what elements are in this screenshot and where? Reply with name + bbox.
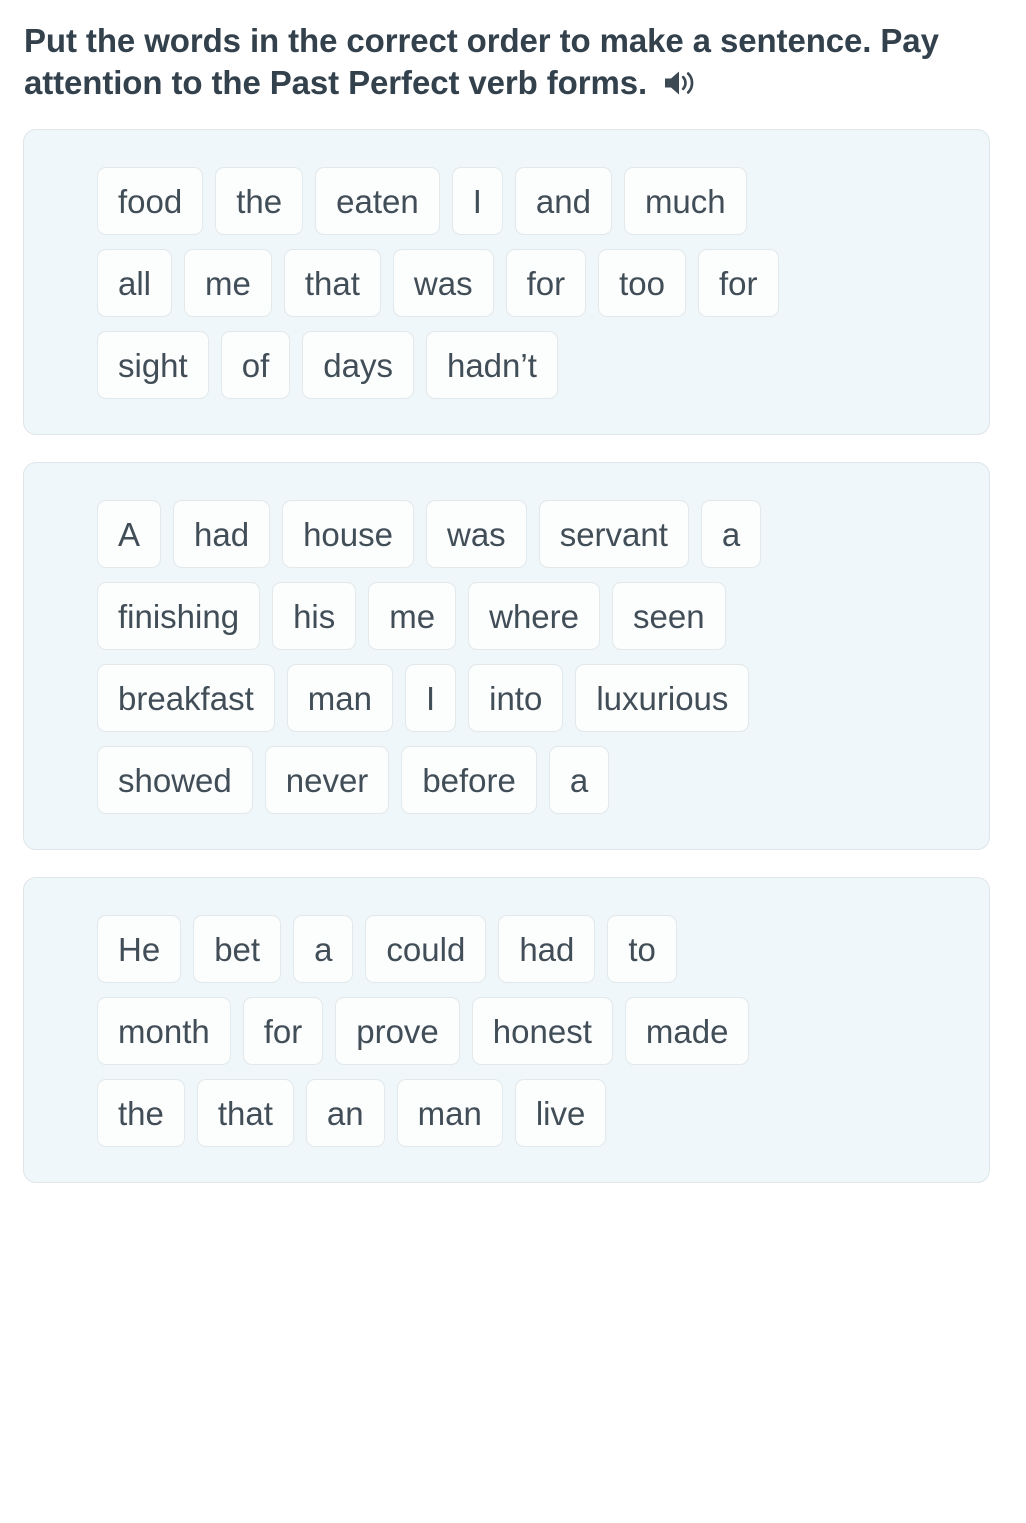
word-chip[interactable]: for: [698, 249, 779, 318]
word-chip[interactable]: the: [97, 1079, 185, 1148]
word-row: all me that was for too for: [97, 249, 779, 318]
word-chip[interactable]: food: [97, 167, 204, 236]
word-chip[interactable]: I: [451, 167, 503, 236]
word-chip[interactable]: where: [468, 582, 600, 651]
word-chip[interactable]: seen: [612, 582, 726, 651]
word-chip[interactable]: man: [286, 664, 393, 733]
word-chip[interactable]: a: [700, 500, 762, 569]
word-row: showed never before a: [97, 746, 610, 815]
word-chip[interactable]: before: [401, 746, 537, 815]
word-chip[interactable]: man: [396, 1079, 503, 1148]
word-chip[interactable]: finishing: [97, 582, 261, 651]
word-chip[interactable]: I: [404, 664, 457, 733]
word-chip[interactable]: live: [514, 1079, 607, 1148]
word-row: breakfast man I into luxurious: [97, 664, 750, 733]
word-row: the that an man live: [97, 1079, 607, 1148]
word-chip[interactable]: month: [97, 997, 231, 1066]
word-chip[interactable]: breakfast: [97, 664, 275, 733]
word-chip[interactable]: was: [392, 249, 494, 318]
word-row: food the eaten I and much: [97, 167, 747, 236]
word-chip[interactable]: and: [514, 167, 612, 236]
word-chip[interactable]: a: [293, 915, 354, 984]
word-chip[interactable]: could: [365, 915, 487, 984]
word-chip[interactable]: never: [264, 746, 390, 815]
word-chip[interactable]: an: [305, 1079, 385, 1148]
speaker-icon[interactable]: [661, 68, 697, 98]
word-row: finishing his me where seen: [97, 582, 726, 651]
word-chip[interactable]: showed: [97, 746, 253, 815]
exercise-card: He bet a could had to month for prove ho…: [23, 877, 990, 1184]
word-chip[interactable]: the: [215, 167, 304, 236]
word-chip[interactable]: that: [196, 1079, 294, 1148]
word-row: sight of days hadn’t: [97, 331, 558, 400]
exercise-page: Put the words in the correct order to ma…: [0, 0, 1026, 1523]
word-bank: A had house was servant a finishing his …: [97, 500, 965, 815]
word-chip[interactable]: honest: [471, 997, 613, 1066]
exercise-card: A had house was servant a finishing his …: [23, 462, 990, 851]
word-chip[interactable]: house: [282, 500, 414, 569]
word-chip[interactable]: servant: [538, 500, 689, 569]
word-chip[interactable]: too: [598, 249, 686, 318]
word-row: month for prove honest made: [97, 997, 750, 1066]
word-chip[interactable]: into: [468, 664, 564, 733]
word-chip[interactable]: all: [97, 249, 173, 318]
word-chip[interactable]: had: [173, 500, 271, 569]
word-chip[interactable]: bet: [193, 915, 282, 984]
word-chip[interactable]: days: [302, 331, 414, 400]
prompt-text: Put the words in the correct order to ma…: [24, 22, 939, 102]
exercise-list: food the eaten I and much all me that wa…: [0, 129, 1026, 1184]
prompt-container: Put the words in the correct order to ma…: [0, 0, 1026, 104]
word-chip[interactable]: made: [624, 997, 750, 1066]
word-bank: food the eaten I and much all me that wa…: [97, 167, 965, 400]
word-chip[interactable]: a: [548, 746, 610, 815]
word-row: He bet a could had to: [97, 915, 677, 984]
word-chip[interactable]: much: [623, 167, 747, 236]
word-row: A had house was servant a: [97, 500, 762, 569]
word-chip[interactable]: sight: [97, 331, 209, 400]
word-chip[interactable]: eaten: [315, 167, 440, 236]
word-chip[interactable]: had: [498, 915, 596, 984]
word-chip[interactable]: hadn’t: [425, 331, 558, 400]
word-chip[interactable]: that: [283, 249, 381, 318]
word-chip[interactable]: me: [368, 582, 457, 651]
word-chip[interactable]: was: [426, 500, 527, 569]
word-chip[interactable]: me: [184, 249, 272, 318]
word-chip[interactable]: A: [97, 500, 162, 569]
word-chip[interactable]: to: [607, 915, 677, 984]
word-chip[interactable]: his: [272, 582, 357, 651]
word-chip[interactable]: of: [220, 331, 291, 400]
word-chip[interactable]: prove: [335, 997, 460, 1066]
word-chip[interactable]: luxurious: [575, 664, 750, 733]
word-chip[interactable]: for: [242, 997, 324, 1066]
word-chip[interactable]: He: [97, 915, 182, 984]
word-chip[interactable]: for: [505, 249, 587, 318]
word-bank: He bet a could had to month for prove ho…: [97, 915, 965, 1148]
exercise-card: food the eaten I and much all me that wa…: [23, 129, 990, 436]
